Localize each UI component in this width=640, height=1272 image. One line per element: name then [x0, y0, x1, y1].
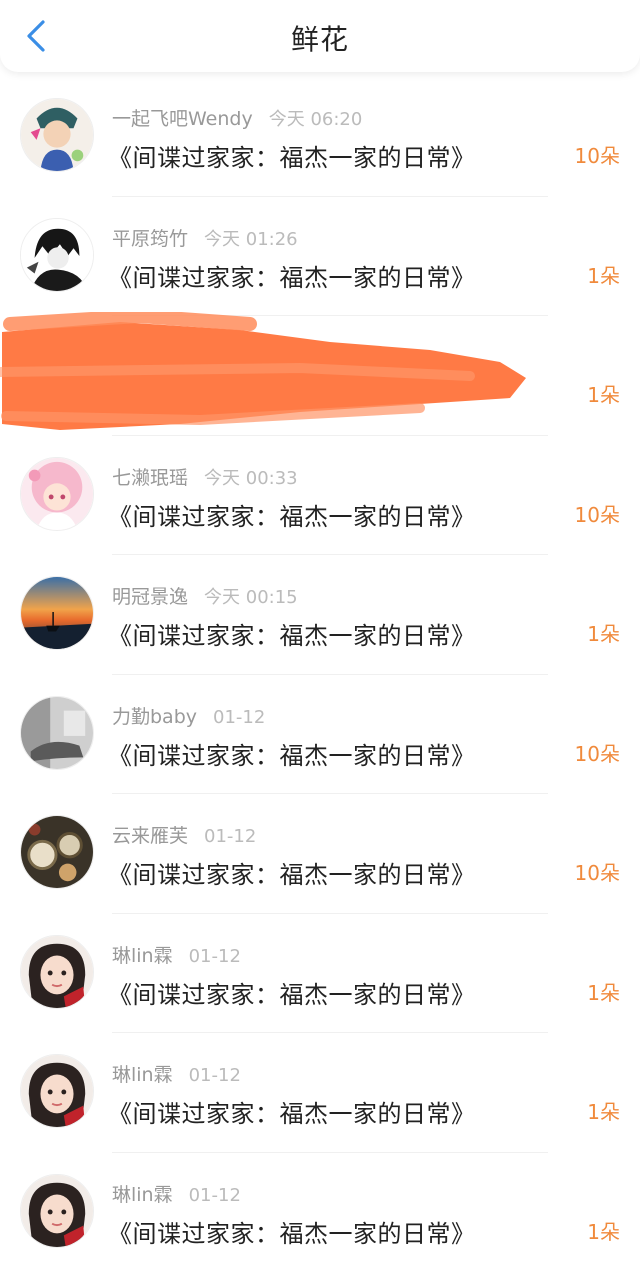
- flower-count: 10朵: [574, 741, 620, 766]
- book-title[interactable]: 《间谍过家家：福杰一家的日常》: [108, 975, 476, 1010]
- book-title[interactable]: 《间谍过家家：福杰一家的日常》: [108, 616, 476, 651]
- flower-count: 1朵: [587, 1219, 620, 1244]
- flower-count: 1朵: [587, 263, 620, 288]
- avatar[interactable]: [20, 456, 94, 531]
- item-meta: 一起飞吧Wendy 今天 06:20: [112, 104, 362, 131]
- flower-count: 10朵: [574, 144, 620, 168]
- list-item[interactable]: 明冠景逸 今天 00:15 《间谍过家家：福杰一家的日常》 1朵: [0, 554, 640, 674]
- flower-list: 一起飞吧Wendy 今天 06:20 《间谍过家家：福杰一家的日常》 10朵 平原…: [0, 76, 640, 1271]
- flower-count: 1朵: [587, 1100, 620, 1124]
- avatar[interactable]: [20, 576, 94, 650]
- flower-count: 10朵: [574, 502, 620, 527]
- list-item[interactable]: 琳lin霖 01-12 《间谍过家家：福杰一家的日常》 1朵: [0, 1151, 640, 1272]
- username[interactable]: 琳lin霖: [112, 1064, 173, 1086]
- item-meta: 平原筠竹 今天 01:26: [112, 224, 298, 251]
- item-meta: 力勤baby 01-12: [112, 702, 265, 729]
- book-title[interactable]: 《间谍过家家：福杰一家的日常》: [108, 497, 476, 532]
- avatar[interactable]: [20, 934, 94, 1009]
- avatar[interactable]: [20, 337, 94, 411]
- username[interactable]: 琳lin霖: [112, 945, 173, 967]
- item-meta: 七濑珉瑶 今天 00:33: [112, 463, 298, 490]
- list-item[interactable]: 一起飞吧Wendy 今天 06:20 《间谍过家家：福杰一家的日常》 10朵: [0, 76, 640, 196]
- username[interactable]: 一起飞吧Wendy: [112, 108, 253, 130]
- book-title[interactable]: 《间谍过家家：福杰一家的日常》: [108, 1094, 476, 1129]
- top-bar: 鲜花: [0, 0, 640, 72]
- list-item[interactable]: 琳lin霖 01-12 《间谍过家家：福杰一家的日常》 1朵: [0, 912, 640, 1033]
- flower-count: 1朵: [587, 622, 620, 646]
- avatar[interactable]: [20, 1054, 94, 1128]
- avatar[interactable]: [20, 98, 94, 172]
- username[interactable]: 七濑珉瑶: [112, 467, 188, 489]
- list-item[interactable]: 平原筠竹 今天 01:26 《间谍过家家：福杰一家的日常》 1朵: [0, 195, 640, 316]
- list-item[interactable]: 力勤baby 01-12 《间谍过家家：福杰一家的日常》 10朵: [0, 673, 640, 794]
- timestamp: 今天 00:15: [204, 587, 298, 608]
- avatar[interactable]: [20, 217, 94, 292]
- book-title[interactable]: 《间谍过家家：福杰一家的日常》: [108, 855, 476, 890]
- username[interactable]: 力勤baby: [112, 706, 197, 728]
- list-item[interactable]: 七濑珉瑶 今天 00:33 《间谍过家家：福杰一家的日常》 10朵: [0, 434, 640, 555]
- timestamp: 今天 00:33: [204, 467, 298, 489]
- item-meta: 琳lin霖 01-12: [112, 1060, 241, 1087]
- avatar[interactable]: [20, 1173, 94, 1248]
- list-item[interactable]: 1朵: [0, 315, 640, 435]
- timestamp: 今天 06:20: [268, 109, 363, 130]
- username[interactable]: 明冠景逸: [112, 586, 188, 608]
- list-item[interactable]: 琳lin霖 01-12 《间谍过家家：福杰一家的日常》 1朵: [0, 1032, 640, 1152]
- timestamp: 今天 01:26: [204, 228, 298, 250]
- flower-count: 10朵: [574, 861, 620, 885]
- flower-count: 1朵: [587, 383, 620, 407]
- username[interactable]: 平原筠竹: [112, 228, 188, 250]
- book-title[interactable]: 《间谍过家家：福杰一家的日常》: [108, 258, 476, 293]
- item-meta: 云来雁芙 01-12: [112, 821, 256, 848]
- avatar[interactable]: [20, 815, 94, 889]
- flower-count: 1朵: [587, 980, 620, 1005]
- item-meta: 明冠景逸 今天 00:15: [112, 582, 298, 609]
- page-title: 鲜花: [290, 23, 349, 56]
- item-meta: 琳lin霖 01-12: [112, 941, 241, 968]
- timestamp: 01-12: [188, 945, 241, 967]
- timestamp: 01-12: [213, 706, 266, 728]
- book-title[interactable]: 《间谍过家家：福杰一家的日常》: [108, 138, 476, 173]
- item-meta: 琳lin霖 01-12: [112, 1180, 241, 1207]
- item-meta: [112, 343, 128, 365]
- username[interactable]: 云来雁芙: [112, 825, 188, 847]
- avatar[interactable]: [20, 695, 94, 770]
- username[interactable]: 琳lin霖: [112, 1184, 173, 1206]
- book-title[interactable]: 《间谍过家家：福杰一家的日常》: [108, 1214, 476, 1249]
- timestamp: 01-12: [188, 1065, 241, 1086]
- timestamp: 01-12: [204, 826, 257, 847]
- book-title[interactable]: 《间谍过家家：福杰一家的日常》: [108, 736, 476, 771]
- timestamp: 01-12: [188, 1184, 241, 1206]
- list-item[interactable]: 云来雁芙 01-12 《间谍过家家：福杰一家的日常》 10朵: [0, 793, 640, 913]
